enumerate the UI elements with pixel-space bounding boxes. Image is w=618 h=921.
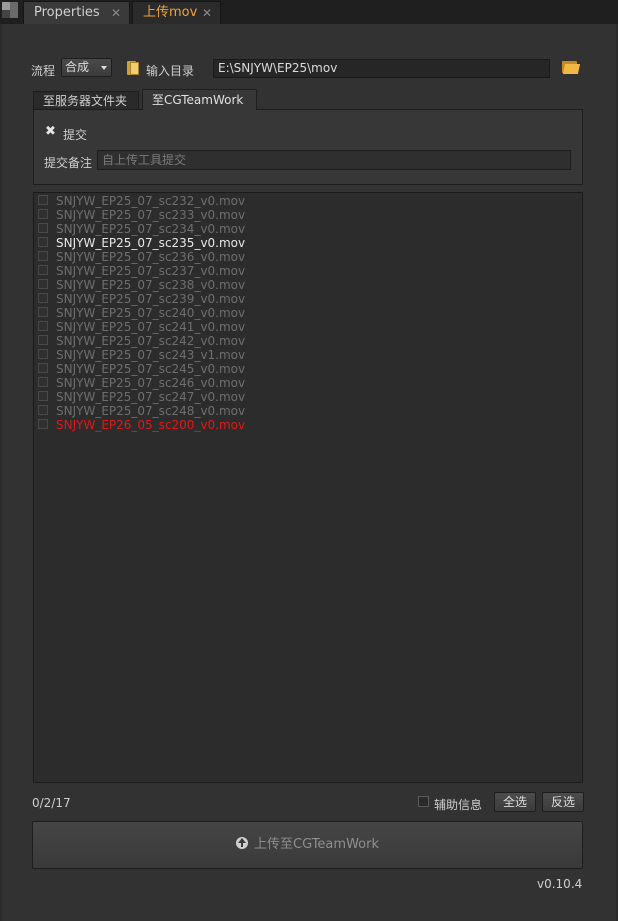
item-checkbox[interactable] bbox=[38, 363, 48, 373]
arrow-up-circle-icon bbox=[236, 837, 249, 849]
tab-properties[interactable]: Properties ✕ bbox=[23, 1, 130, 24]
note-input[interactable]: 自上传工具提交 bbox=[97, 150, 571, 170]
item-filename: SNJYW_EP25_07_sc234_v0.mov bbox=[56, 222, 246, 236]
item-filename: SNJYW_EP25_07_sc242_v0.mov bbox=[56, 334, 246, 348]
item-filename: SNJYW_EP25_07_sc240_v0.mov bbox=[56, 306, 246, 320]
upload-label: 上传至CGTeamWork bbox=[254, 837, 379, 852]
input-dir-field[interactable]: E:\SNJYW\EP25\mov bbox=[213, 59, 550, 78]
process-label: 流程 bbox=[31, 64, 56, 78]
tab-strip: Properties ✕ 上传mov ✕ bbox=[0, 0, 618, 24]
close-icon[interactable]: ✕ bbox=[202, 2, 212, 24]
item-checkbox[interactable] bbox=[38, 335, 48, 345]
process-combo[interactable]: 合成 bbox=[61, 58, 112, 77]
item-filename: SNJYW_EP25_07_sc247_v0.mov bbox=[56, 390, 246, 404]
folder-open-icon[interactable] bbox=[562, 59, 581, 76]
upload-button[interactable]: 上传至CGTeamWork bbox=[32, 821, 583, 869]
item-checkbox[interactable] bbox=[38, 251, 48, 261]
tab-to-server-folder[interactable]: 至服务器文件夹 bbox=[33, 91, 139, 110]
item-filename: SNJYW_EP26_05_sc200_v0.mov bbox=[56, 418, 246, 432]
item-filename: SNJYW_EP25_07_sc241_v0.mov bbox=[56, 320, 246, 334]
item-checkbox[interactable] bbox=[38, 377, 48, 387]
file-list[interactable]: SNJYW_EP25_07_sc232_v0.mov SNJYW_EP25_07_… bbox=[33, 192, 583, 783]
chevron-down-icon bbox=[101, 66, 107, 70]
tab-label: 上传mov bbox=[143, 5, 198, 20]
item-filename: SNJYW_EP25_07_sc236_v0.mov bbox=[56, 250, 246, 264]
item-filename: SNJYW_EP25_07_sc233_v0.mov bbox=[56, 208, 246, 222]
item-filename: SNJYW_EP25_07_sc243_v1.mov bbox=[56, 348, 246, 362]
item-checkbox[interactable] bbox=[38, 265, 48, 275]
aux-info-label: 辅助信息 bbox=[434, 798, 483, 812]
item-checkbox[interactable] bbox=[38, 195, 48, 205]
close-icon[interactable]: ✕ bbox=[111, 2, 121, 24]
item-checkbox[interactable] bbox=[38, 391, 48, 401]
submit-label: 提交 bbox=[63, 128, 88, 142]
count-status: 0/2/17 bbox=[32, 796, 71, 810]
pane-grip-icon[interactable] bbox=[2, 2, 18, 18]
tab-to-cgteamwork[interactable]: 至CGTeamWork bbox=[142, 89, 257, 110]
item-checkbox[interactable] bbox=[38, 279, 48, 289]
item-filename: SNJYW_EP25_07_sc235_v0.mov bbox=[56, 236, 246, 250]
item-checkbox[interactable] bbox=[38, 209, 48, 219]
select-all-button[interactable]: 全选 bbox=[494, 792, 536, 812]
item-filename: SNJYW_EP25_07_sc239_v0.mov bbox=[56, 292, 246, 306]
invert-selection-button[interactable]: 反选 bbox=[542, 792, 584, 812]
version-label: v0.10.4 bbox=[537, 877, 583, 891]
item-checkbox[interactable] bbox=[38, 419, 48, 429]
process-value: 合成 bbox=[65, 60, 90, 74]
item-checkbox[interactable] bbox=[38, 307, 48, 317]
item-checkbox[interactable] bbox=[38, 405, 48, 415]
cgteamwork-group bbox=[33, 109, 583, 185]
note-label: 提交备注 bbox=[44, 156, 93, 170]
item-filename: SNJYW_EP25_07_sc232_v0.mov bbox=[56, 194, 246, 208]
aux-info-checkbox[interactable] bbox=[418, 796, 429, 807]
item-filename: SNJYW_EP25_07_sc245_v0.mov bbox=[56, 362, 246, 376]
item-filename: SNJYW_EP25_07_sc246_v0.mov bbox=[56, 376, 246, 390]
item-filename: SNJYW_EP25_07_sc237_v0.mov bbox=[56, 264, 246, 278]
item-checkbox[interactable] bbox=[38, 237, 48, 247]
input-dir-label: 输入目录 bbox=[146, 64, 195, 78]
item-filename: SNJYW_EP25_07_sc248_v0.mov bbox=[56, 404, 246, 418]
item-checkbox[interactable] bbox=[38, 223, 48, 233]
submit-checkbox[interactable]: ✖ bbox=[45, 124, 56, 139]
tab-label: Properties bbox=[34, 5, 100, 20]
item-filename: SNJYW_EP25_07_sc238_v0.mov bbox=[56, 278, 246, 292]
item-checkbox[interactable] bbox=[38, 321, 48, 331]
folder-icon bbox=[127, 61, 140, 75]
tab-upload-mov[interactable]: 上传mov ✕ bbox=[132, 1, 221, 24]
item-checkbox[interactable] bbox=[38, 349, 48, 359]
item-checkbox[interactable] bbox=[38, 293, 48, 303]
